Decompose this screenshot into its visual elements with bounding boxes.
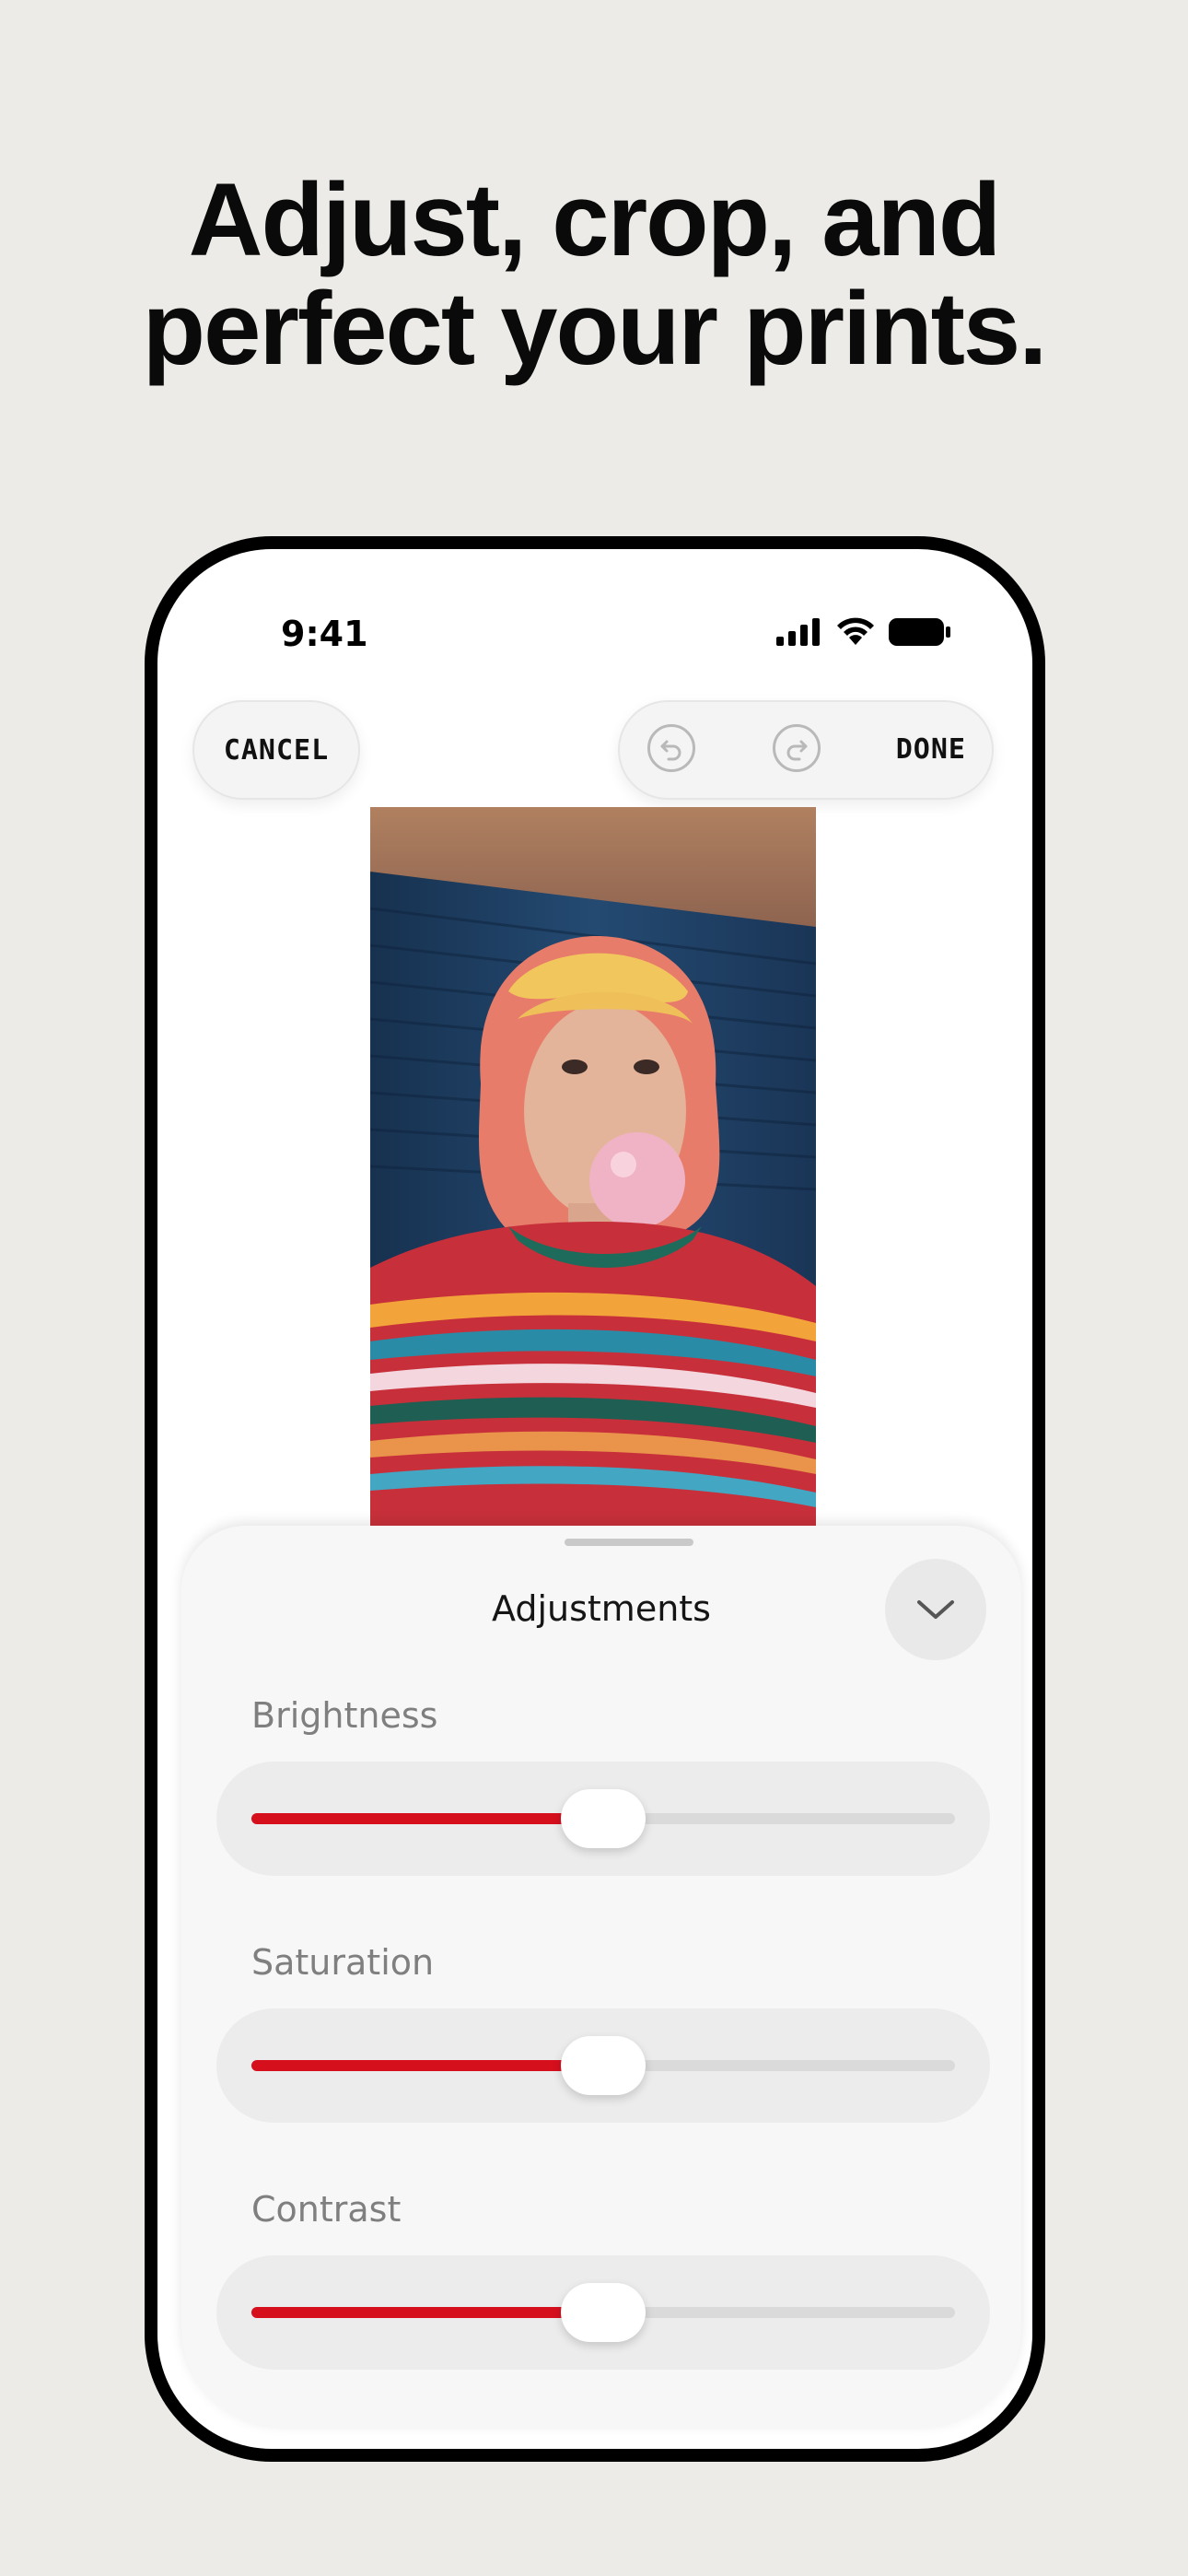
- cancel-button[interactable]: CANCEL: [192, 700, 360, 800]
- battery-icon: [889, 618, 950, 646]
- slider-thumb[interactable]: [561, 1789, 646, 1848]
- contrast-label: Contrast: [251, 2189, 402, 2230]
- redo-button[interactable]: [773, 724, 821, 772]
- slider-rail: [251, 1789, 955, 1848]
- headline: Adjust, crop, and perfect your prints.: [0, 166, 1188, 383]
- status-icons: [776, 617, 951, 647]
- print-photo: [370, 807, 816, 1526]
- slider-fill: [251, 2060, 603, 2071]
- redo-icon: [786, 740, 808, 761]
- sheet-grabber[interactable]: [565, 1539, 693, 1546]
- slider-fill: [251, 1813, 603, 1824]
- phone-screen: 9:41 CANCEL DONE Adjustments Brightness …: [157, 549, 1032, 2449]
- slider-fill: [251, 2307, 603, 2318]
- status-time: 9:41: [281, 614, 368, 654]
- signal-icon: [776, 618, 820, 646]
- headline-line-1: Adjust, crop, and: [188, 162, 1002, 277]
- portrait-photo: [370, 807, 816, 1526]
- slider-thumb[interactable]: [561, 2283, 646, 2342]
- chevron-down-icon: [917, 1600, 954, 1619]
- undo-button[interactable]: [647, 724, 695, 772]
- brightness-label: Brightness: [251, 1695, 438, 1736]
- phone-frame: 9:41 CANCEL DONE Adjustments Brightness …: [145, 536, 1045, 2462]
- done-button[interactable]: DONE: [896, 733, 966, 766]
- edit-actions-group: DONE: [618, 700, 994, 800]
- saturation-slider[interactable]: [216, 2008, 990, 2123]
- wifi-icon: [837, 617, 874, 645]
- undo-icon: [660, 740, 681, 761]
- contrast-slider[interactable]: [216, 2255, 990, 2370]
- brightness-slider[interactable]: [216, 1762, 990, 1876]
- saturation-label: Saturation: [251, 1942, 435, 1983]
- slider-rail: [251, 2036, 955, 2095]
- slider-rail: [251, 2283, 955, 2342]
- cancel-label: CANCEL: [223, 733, 330, 767]
- collapse-button[interactable]: [885, 1559, 986, 1660]
- adjustments-sheet: Adjustments Brightness Saturation Contra…: [181, 1526, 1021, 2429]
- slider-thumb[interactable]: [561, 2036, 646, 2095]
- headline-line-2: perfect your prints.: [142, 271, 1048, 386]
